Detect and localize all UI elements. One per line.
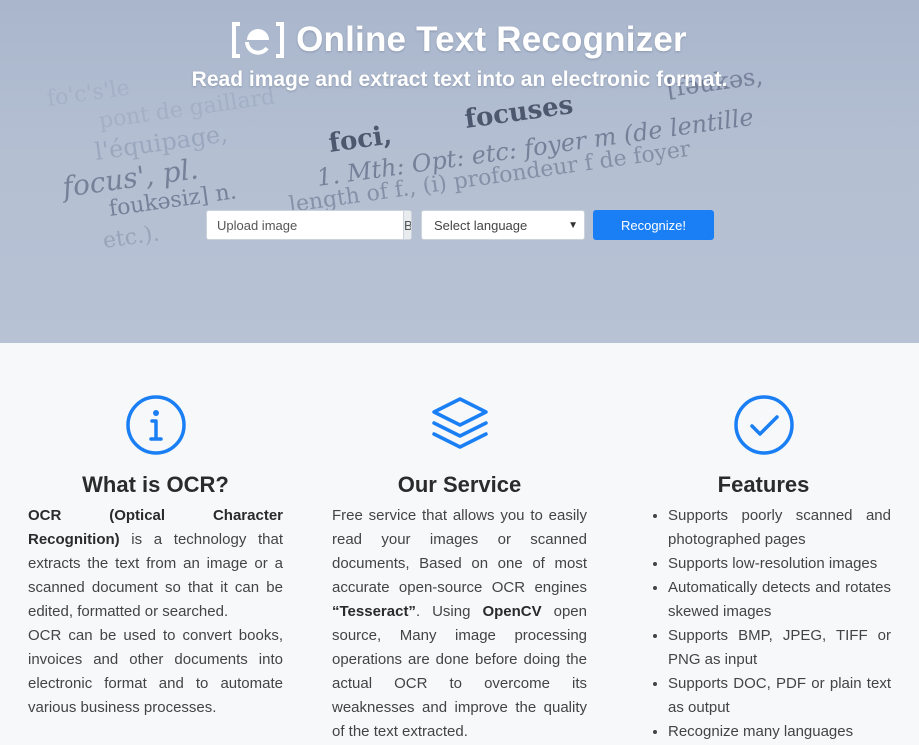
feature-item: Supports BMP, JPEG, TIFF or PNG as input xyxy=(668,624,891,672)
service-text-mid: . Using xyxy=(415,603,483,620)
tesseract-term: “Tesseract” xyxy=(332,603,416,620)
feature-item: Recognize many languages xyxy=(668,720,891,744)
service-description: Free service that allows you to easily r… xyxy=(332,504,587,744)
browse-button[interactable]: Browse xyxy=(403,211,411,239)
ocr-description: OCR (Optical Character Recognition) is a… xyxy=(28,504,283,624)
opencv-term: OpenCV xyxy=(482,603,542,620)
ocr-usage: OCR can be used to convert books, invoic… xyxy=(28,627,283,716)
features-column: Features Supports poorly scanned and pho… xyxy=(636,393,891,744)
layers-icon xyxy=(431,397,488,449)
feature-item: Supports poorly scanned and photographed… xyxy=(668,504,891,552)
chevron-down-icon: ▼ xyxy=(568,220,578,231)
feature-item: Supports low-resolution images xyxy=(668,552,891,576)
feature-item: Supports DOC, PDF or plain text as outpu… xyxy=(668,672,891,720)
info-section: What is OCR? OCR (Optical Character Reco… xyxy=(0,343,919,745)
service-column: Our Service Free service that allows you… xyxy=(332,393,587,744)
info-icon xyxy=(125,395,186,455)
site-title: Online Text Recognizer xyxy=(296,20,687,59)
check-circle-icon xyxy=(733,395,794,455)
brand: Online Text Recognizer xyxy=(0,18,919,62)
language-select[interactable]: Select language ▼ xyxy=(421,210,585,240)
upload-group: Browse xyxy=(206,210,412,240)
service-title: Our Service xyxy=(397,472,522,497)
language-select-value: Select language xyxy=(434,217,528,233)
ocr-column: What is OCR? OCR (Optical Character Reco… xyxy=(28,393,283,720)
bg-text: foci, xyxy=(327,120,394,159)
upload-image-input[interactable] xyxy=(207,211,403,239)
feature-item: Automatically detects and rotates skewed… xyxy=(668,576,891,624)
bg-text: focuses xyxy=(463,90,575,135)
features-list: Supports poorly scanned and photographed… xyxy=(636,504,891,744)
features-title: Features xyxy=(717,472,810,497)
hero-banner: l'équipage, pont de gaillard fo'c's'le f… xyxy=(0,0,919,343)
logo-icon xyxy=(232,22,285,58)
service-text-start: Free service that allows you to easily r… xyxy=(332,507,587,596)
bg-text: etc.). xyxy=(101,221,161,254)
service-text-end: open source, Many image processing opera… xyxy=(332,603,587,740)
ocr-title: What is OCR? xyxy=(82,472,229,497)
tagline: Read image and extract text into an elec… xyxy=(191,68,728,91)
recognize-button[interactable]: Recognize! xyxy=(593,210,714,240)
